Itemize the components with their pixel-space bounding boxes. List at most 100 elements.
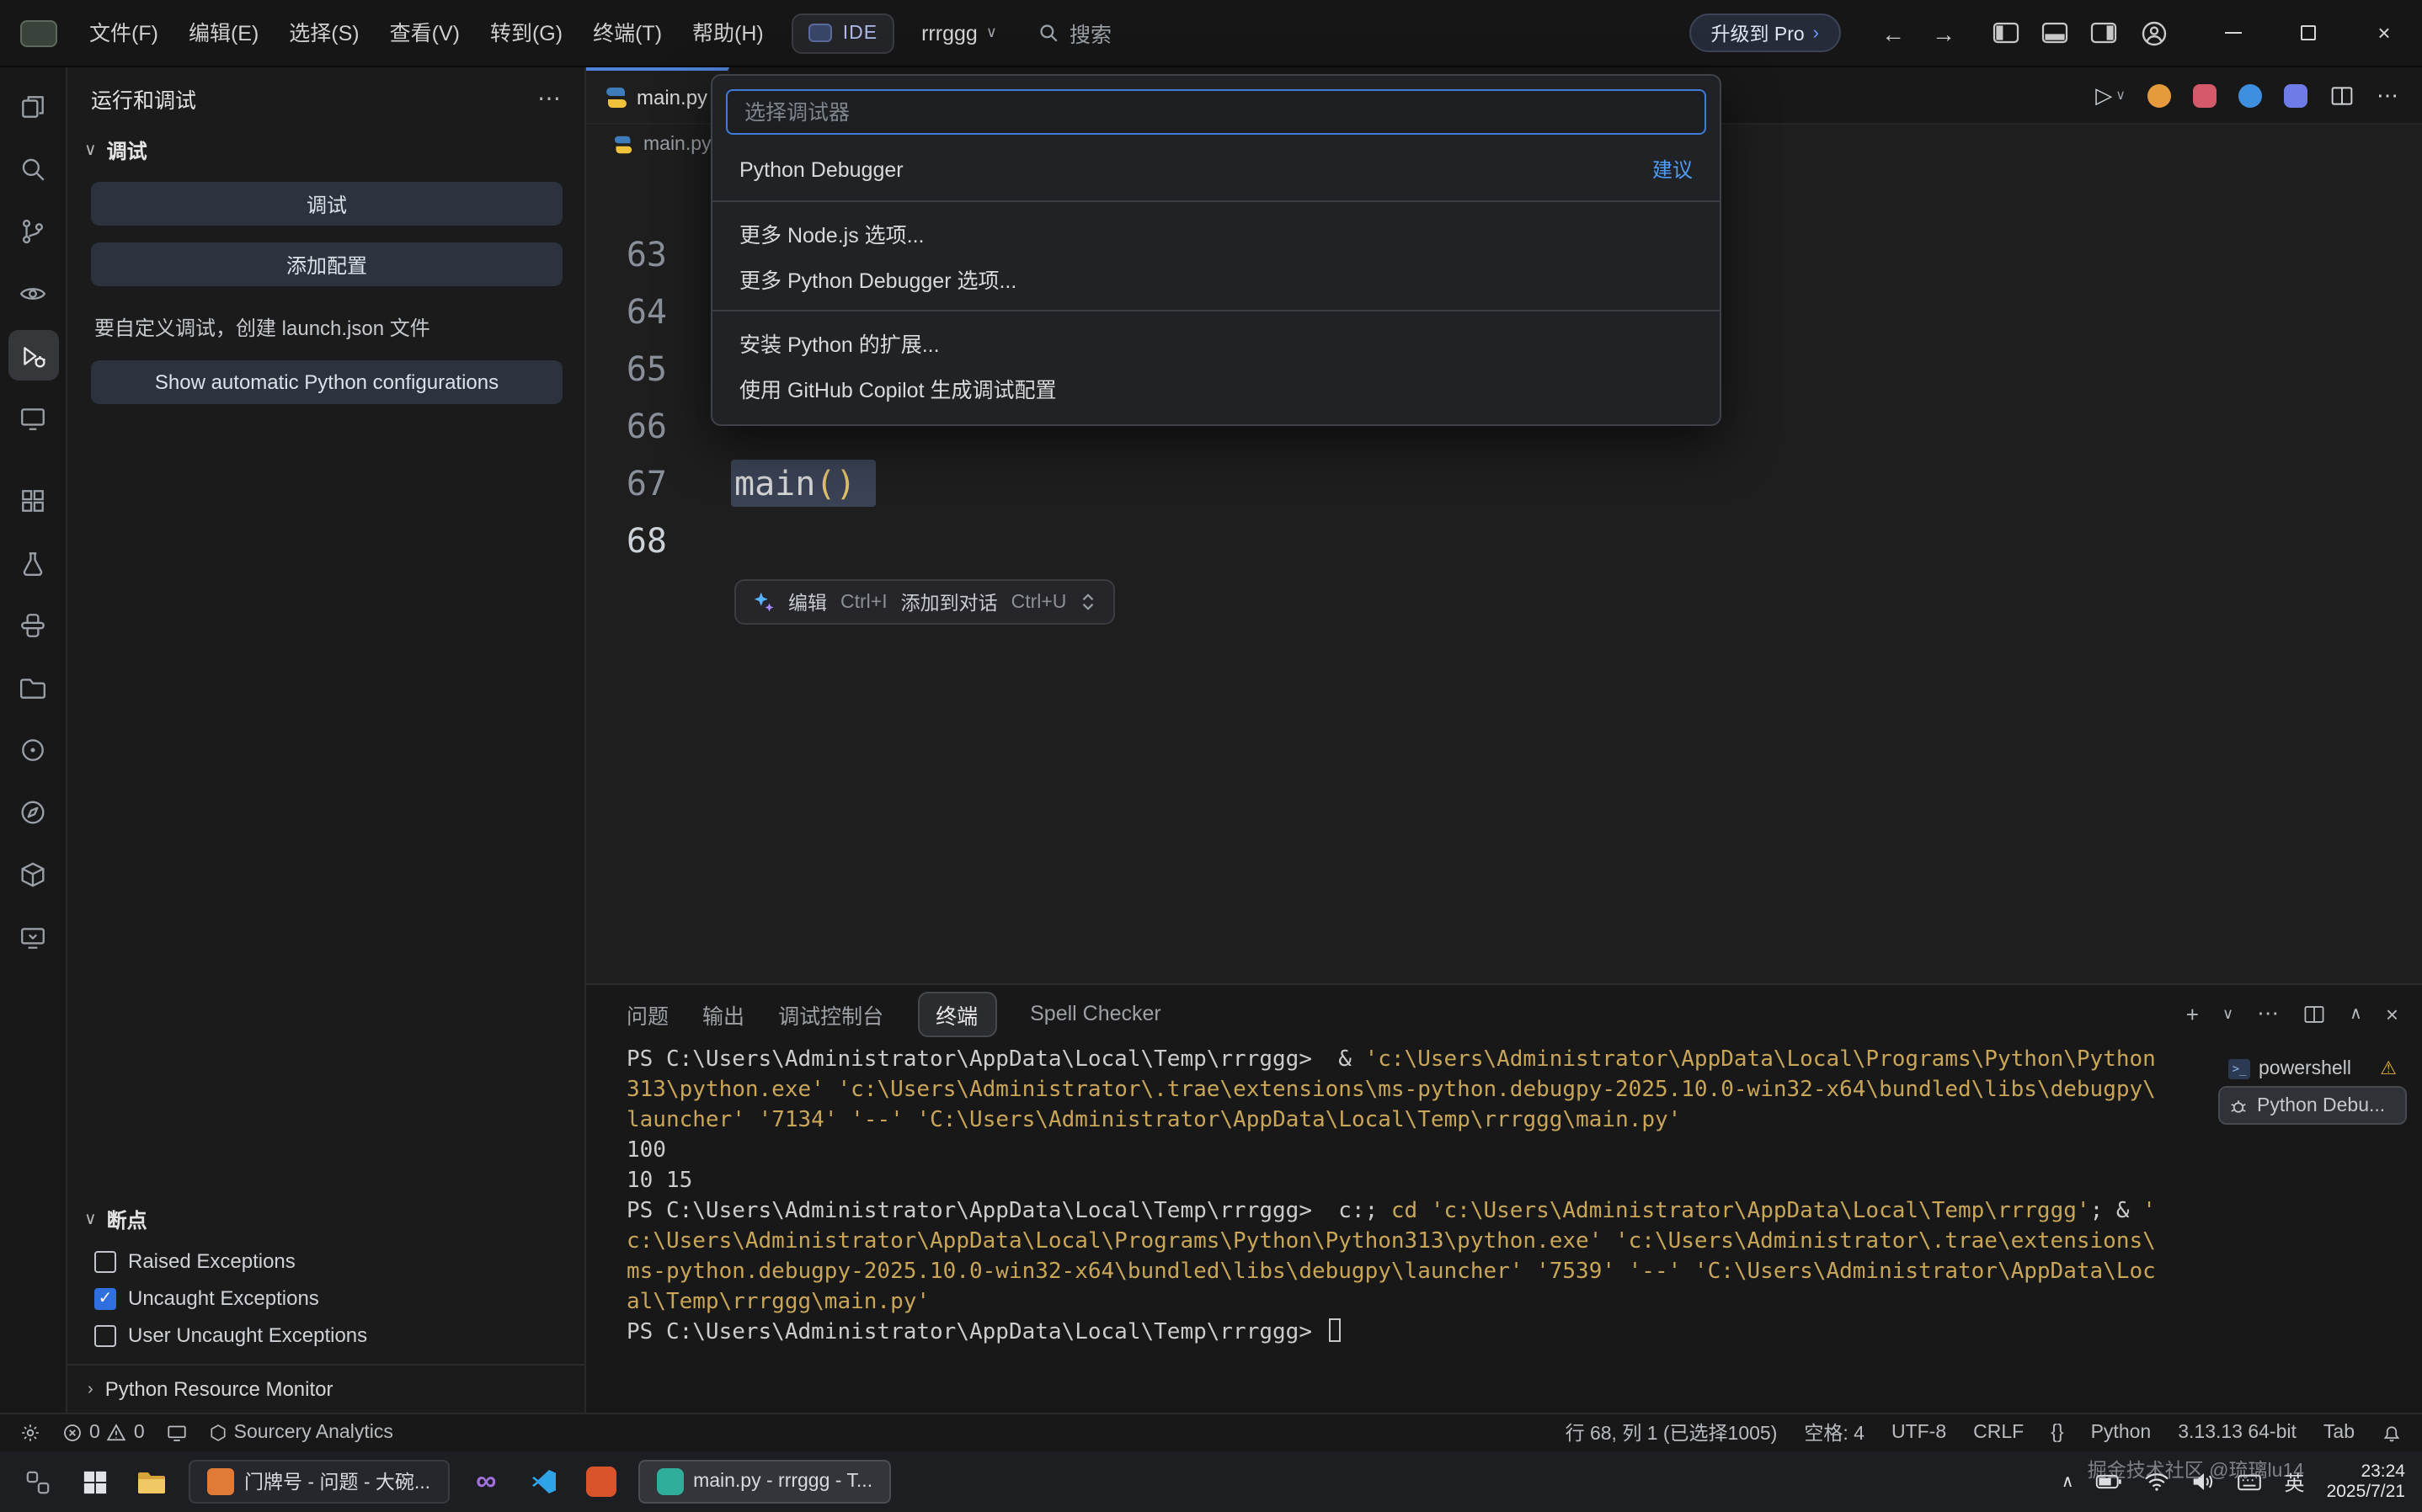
tab-problems[interactable]: 问题	[627, 998, 669, 1030]
layout-sidebar-icon[interactable]	[1993, 22, 2019, 44]
file-explorer-icon[interactable]	[131, 1461, 172, 1502]
indentation[interactable]: 空格: 4	[1804, 1419, 1865, 1446]
project-selector[interactable]: rrrggg ∨	[921, 21, 997, 45]
close-panel-icon[interactable]: ×	[2386, 1001, 2398, 1026]
more-actions-icon[interactable]: ⋯	[2257, 1000, 2279, 1027]
extension-action-icon-3[interactable]	[2238, 83, 2262, 107]
run-and-debug-icon[interactable]	[8, 330, 58, 381]
tab-spell-checker[interactable]: Spell Checker	[1030, 1002, 1161, 1025]
python-resource-monitor-section[interactable]: › Python Resource Monitor	[67, 1364, 584, 1413]
menu-view[interactable]: 查看(V)	[375, 0, 475, 67]
preview-eye-icon[interactable]	[8, 268, 58, 318]
more-actions-icon[interactable]: ⋯	[2377, 82, 2398, 109]
breakpoints-section-header[interactable]: ∨ 断点	[67, 1197, 584, 1243]
menu-goto[interactable]: 转到(G)	[475, 0, 578, 67]
tab-output[interactable]: 输出	[702, 998, 744, 1030]
project-folder-icon[interactable]	[8, 662, 58, 712]
notifications-bell-icon[interactable]	[2382, 1423, 2402, 1443]
jupyter-icon[interactable]	[8, 724, 58, 775]
quickpick-item-more-python[interactable]: 更多 Python Debugger 选项...	[726, 256, 1706, 301]
problems-summary[interactable]: 0 0	[62, 1423, 145, 1443]
menu-help[interactable]: 帮助(H)	[677, 0, 779, 67]
menu-file[interactable]: 文件(F)	[74, 0, 173, 67]
tab-terminal[interactable]: 终端	[917, 991, 996, 1036]
search-icon[interactable]	[8, 143, 58, 194]
tab-debug-console[interactable]: 调试控制台	[778, 998, 883, 1030]
split-terminal-icon[interactable]	[2302, 1003, 2326, 1025]
extension-action-icon-1[interactable]	[2147, 83, 2171, 107]
explorer-icon[interactable]	[8, 81, 58, 131]
orange-app-icon[interactable]	[580, 1461, 621, 1502]
maximize-button[interactable]	[2270, 0, 2346, 66]
session-powershell[interactable]: >_ powershell ⚠	[2220, 1051, 2405, 1086]
account-icon[interactable]	[2141, 19, 2168, 46]
source-control-icon[interactable]	[8, 205, 58, 256]
new-terminal-icon[interactable]: +	[2186, 1001, 2199, 1026]
language-mode[interactable]: Python	[2091, 1423, 2152, 1443]
debug-section-header[interactable]: ∨ 调试	[67, 128, 584, 173]
taskbar-window-active[interactable]: main.py - rrrggg - T...	[638, 1460, 891, 1504]
terminal-output[interactable]: PS C:\Users\Administrator\AppData\Local\…	[627, 1046, 2217, 1413]
breakpoint-user-uncaught-exceptions[interactable]: User Uncaught Exceptions	[67, 1317, 584, 1354]
taskbar-clock[interactable]: 23:24 2025/7/21	[2327, 1461, 2405, 1502]
minimize-button[interactable]	[2195, 0, 2270, 66]
taskbar-widget-icon[interactable]	[17, 1461, 57, 1502]
braces-icon[interactable]: {}	[2051, 1423, 2063, 1443]
checkbox[interactable]	[94, 1287, 116, 1309]
breakpoint-uncaught-exceptions[interactable]: Uncaught Exceptions	[67, 1280, 584, 1317]
breadcrumb-item[interactable]: main.py	[643, 135, 712, 155]
layout-panel-icon[interactable]	[2041, 22, 2068, 44]
run-python-button[interactable]: ▷ ∨	[2095, 82, 2126, 109]
python-interpreter[interactable]: 3.13.13 64-bit	[2178, 1423, 2297, 1443]
quickpick-item-copilot-generate[interactable]: 使用 GitHub Copilot 生成调试配置	[726, 365, 1706, 411]
maximize-panel-icon[interactable]: ∧	[2350, 1004, 2362, 1023]
docker-icon[interactable]	[8, 849, 58, 899]
taskbar-window-1[interactable]: 门牌号 - 问题 - 大碗...	[189, 1460, 449, 1504]
nav-back-button[interactable]: ←	[1881, 19, 1905, 46]
auto-python-config-button[interactable]: Show automatic Python configurations	[91, 360, 563, 404]
encoding[interactable]: UTF-8	[1891, 1423, 1946, 1443]
layout-secondary-sidebar-icon[interactable]	[2090, 22, 2117, 44]
tray-chevron-up-icon[interactable]: ∧	[2062, 1472, 2074, 1491]
quickpick-input[interactable]	[744, 100, 1688, 124]
live-preview-icon[interactable]	[8, 392, 58, 443]
cursor-position[interactable]: 行 68, 列 1 (已选择1005)	[1566, 1419, 1778, 1446]
global-search[interactable]: 搜索	[1038, 17, 1112, 49]
chevron-down-icon[interactable]: ∨	[2222, 1004, 2233, 1023]
extension-action-icon-4[interactable]	[2284, 83, 2307, 107]
tab-main-py[interactable]: main.py	[586, 67, 729, 123]
add-config-button[interactable]: 添加配置	[91, 242, 563, 286]
close-button[interactable]: ×	[2346, 0, 2422, 66]
quickpick-item-more-node[interactable]: 更多 Node.js 选项...	[726, 210, 1706, 256]
start-button[interactable]	[74, 1461, 115, 1502]
menu-terminal[interactable]: 终端(T)	[578, 0, 677, 67]
session-python-debugger[interactable]: Python Debu...	[2220, 1088, 2405, 1123]
quickpick-item-python-debugger[interactable]: Python Debugger 建议	[726, 146, 1706, 192]
visual-studio-icon[interactable]: ∞	[466, 1461, 506, 1502]
test-explorer-icon[interactable]	[8, 537, 58, 588]
split-editor-icon[interactable]	[2329, 83, 2355, 107]
menu-selection[interactable]: 选择(S)	[274, 0, 374, 67]
sourcery-status[interactable]: Sourcery Analytics	[209, 1423, 393, 1443]
extension-action-icon-2[interactable]	[2193, 83, 2217, 107]
remote-explorer-icon[interactable]	[8, 911, 58, 961]
debug-button[interactable]: 调试	[91, 182, 563, 226]
nav-forward-button[interactable]: →	[1932, 19, 1955, 46]
breakpoint-raised-exceptions[interactable]: Raised Exceptions	[67, 1243, 584, 1280]
ports-icon[interactable]	[167, 1423, 187, 1443]
checkbox[interactable]	[94, 1324, 116, 1346]
tab-focus-mode[interactable]: Tab	[2323, 1423, 2355, 1443]
quickpick-item-install-python-ext[interactable]: 安装 Python 的扩展...	[726, 320, 1706, 365]
more-actions-icon[interactable]: ⋯	[537, 83, 561, 112]
python-icon[interactable]	[8, 599, 58, 650]
extensions-icon[interactable]	[8, 475, 58, 525]
inline-chat-hint[interactable]: 编辑 Ctrl+I 添加到对话 Ctrl+U	[734, 579, 1115, 625]
menu-edit[interactable]: 编辑(E)	[173, 0, 274, 67]
tools-icon[interactable]	[20, 1423, 40, 1443]
vscode-icon[interactable]	[523, 1461, 563, 1502]
ide-mode-switch[interactable]: IDE	[792, 13, 894, 53]
upgrade-pro-button[interactable]: 升级到 Pro ›	[1688, 13, 1841, 52]
eol-sequence[interactable]: CRLF	[1973, 1423, 2024, 1443]
checkbox[interactable]	[94, 1250, 116, 1272]
api-compass-icon[interactable]	[8, 786, 58, 837]
